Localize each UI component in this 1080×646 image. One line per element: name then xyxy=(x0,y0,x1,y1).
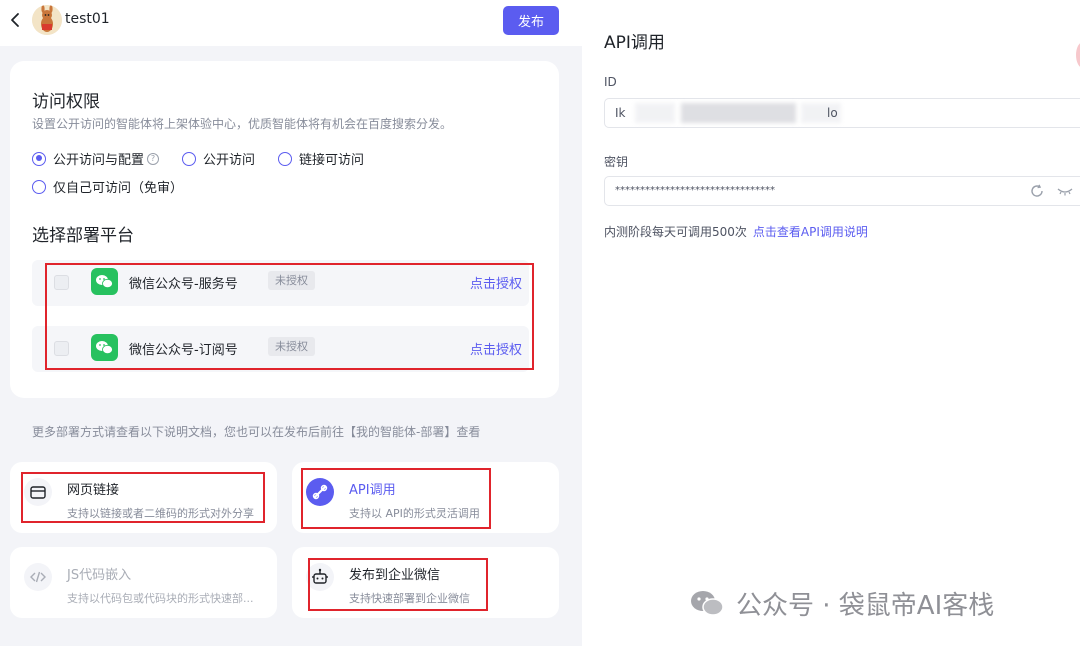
authorize-link[interactable]: 点击授权 xyxy=(470,339,522,358)
radio-label: 公开访问与配置 xyxy=(53,153,145,168)
id-prefix: Ik xyxy=(615,106,626,120)
radio-indicator xyxy=(32,179,46,194)
option-title: 网页链接 xyxy=(67,483,120,498)
eye-closed-icon[interactable] xyxy=(1057,185,1073,197)
key-field[interactable]: ******************************** xyxy=(604,176,1080,206)
option-desc: 支持以 API的形式灵活调用 xyxy=(349,507,480,520)
kangaroo-avatar-icon xyxy=(32,5,62,35)
platform-name: 微信公众号-服务号 xyxy=(129,277,238,292)
platform-row-service: 微信公众号-服务号 未授权 点击授权 xyxy=(32,260,529,306)
api-panel: API调用 ID Ik lo 密钥 **********************… xyxy=(582,0,1080,646)
status-badge: 未授权 xyxy=(268,337,315,356)
radio-indicator xyxy=(32,151,46,166)
agent-name: test01 xyxy=(65,11,110,27)
id-suffix: lo xyxy=(827,106,838,120)
key-label: 密钥 xyxy=(604,155,629,169)
id-field[interactable]: Ik lo xyxy=(604,98,1080,128)
option-desc: 支持以链接或者二维码的形式对外分享 xyxy=(67,507,254,520)
wechat-icon xyxy=(91,334,118,361)
api-link-icon xyxy=(306,478,334,506)
id-label: ID xyxy=(604,75,617,89)
browser-window-icon xyxy=(24,478,52,506)
access-title: 访问权限 xyxy=(32,92,100,112)
agent-avatar xyxy=(32,5,62,35)
status-badge: 未授权 xyxy=(268,271,315,290)
option-desc: 支持快速部署到企业微信 xyxy=(349,592,470,605)
platform-row-subscription: 微信公众号-订阅号 未授权 点击授权 xyxy=(32,326,529,372)
key-value: ******************************** xyxy=(615,185,775,196)
authorize-link[interactable]: 点击授权 xyxy=(470,273,522,292)
publish-settings-panel: test01 发布 访问权限 设置公开访问的智能体将上架体验中心，优质智能体将有… xyxy=(0,0,582,646)
wechat-icon xyxy=(91,268,118,295)
radio-label: 链接可访问 xyxy=(299,153,365,168)
api-panel-title: API调用 xyxy=(604,33,665,53)
help-icon[interactable]: ? xyxy=(147,152,160,165)
code-icon xyxy=(24,563,52,591)
radio-label: 仅自己可访问（免审） xyxy=(53,181,184,196)
radio-indicator xyxy=(278,151,292,166)
platform-checkbox[interactable] xyxy=(54,275,69,290)
option-wecom[interactable]: 发布到企业微信 支持快速部署到企业微信 xyxy=(292,547,559,618)
page: test01 发布 访问权限 设置公开访问的智能体将上架体验中心，优质智能体将有… xyxy=(0,0,1080,646)
radio-indicator xyxy=(182,151,196,166)
api-docs-link[interactable]: 点击查看API调用说明 xyxy=(753,225,868,239)
robot-icon xyxy=(306,563,334,591)
more-deploy-info: 更多部署方式请查看以下说明文档，您也可以在发布后前往【我的智能体-部署】查看 xyxy=(32,425,481,439)
back-arrow-icon[interactable] xyxy=(6,10,24,30)
option-title: API调用 xyxy=(349,483,396,498)
top-bar: test01 发布 xyxy=(0,0,582,46)
redacted-block xyxy=(681,103,796,123)
deploy-title: 选择部署平台 xyxy=(32,226,134,246)
option-title: JS代码嵌入 xyxy=(67,568,132,583)
option-js-embed[interactable]: JS代码嵌入 支持以代码包或代码块的形式快速部... xyxy=(10,547,277,618)
radio-public[interactable]: 公开访问 xyxy=(182,149,255,168)
radio-link-access[interactable]: 链接可访问 xyxy=(278,149,364,168)
edge-indicator xyxy=(1076,42,1080,68)
access-description: 设置公开访问的智能体将上架体验中心，优质智能体将有机会在百度搜索分发。 xyxy=(32,117,453,131)
radio-private[interactable]: 仅自己可访问（免审） xyxy=(32,177,183,196)
quota-info: 内测阶段每天可调用500次 点击查看API调用说明 xyxy=(604,223,868,240)
platform-name: 微信公众号-订阅号 xyxy=(129,343,238,358)
publish-button[interactable]: 发布 xyxy=(503,6,559,35)
wechat-logo-icon xyxy=(691,591,724,616)
option-title: 发布到企业微信 xyxy=(349,568,441,583)
quota-text: 内测阶段每天可调用500次 xyxy=(604,225,747,239)
radio-label: 公开访问 xyxy=(203,153,256,168)
platform-checkbox[interactable] xyxy=(54,341,69,356)
option-web-link[interactable]: 网页链接 支持以链接或者二维码的形式对外分享 xyxy=(10,462,277,533)
watermark: 公众号 · 袋鼠帝AI客栈 xyxy=(688,585,994,621)
redacted-block xyxy=(635,103,675,123)
radio-public-config[interactable]: 公开访问与配置 ? xyxy=(32,149,160,168)
watermark-text: 公众号 · 袋鼠帝AI客栈 xyxy=(736,590,995,621)
option-desc: 支持以代码包或代码块的形式快速部... xyxy=(67,592,254,605)
refresh-icon[interactable] xyxy=(1029,183,1045,199)
option-api[interactable]: API调用 支持以 API的形式灵活调用 xyxy=(292,462,559,533)
